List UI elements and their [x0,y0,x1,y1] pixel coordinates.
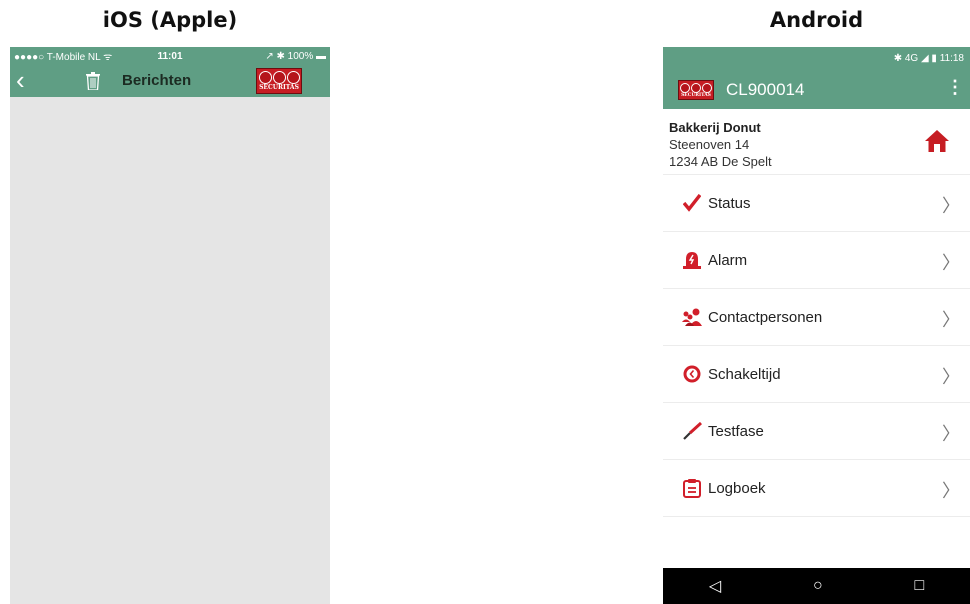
alarm-icon [682,250,702,270]
securitas-logo: SECURITAS [256,68,302,94]
menu-item-alarm[interactable]: Alarm 〉 [663,232,970,289]
logo-text: SECURITAS [259,84,299,91]
trash-icon[interactable] [86,72,100,95]
logo-dot [691,83,701,93]
ios-status-bar: ●●●●○ T-Mobile NL ᯤ 11:01 ↗ ✱ 100% ▬ [10,47,330,65]
menu-item-label: Contactpersonen [708,308,823,326]
logo-dot [286,71,300,84]
test-icon [682,421,702,441]
chevron-right-icon: 〉 [942,310,960,330]
logo-dot [680,83,690,93]
address-block: Bakkerij Donut Steenoven 14 1234 AB De S… [663,109,970,174]
back-button[interactable]: ‹ [16,66,25,94]
ios-screen: ●●●●○ T-Mobile NL ᯤ 11:01 ↗ ✱ 100% ▬ ‹ B… [10,47,330,604]
overflow-menu-icon[interactable]: ⋮ [946,77,964,98]
menu-item-testfase[interactable]: Testfase 〉 [663,403,970,460]
menu-item-label: Schakeltijd [708,365,781,383]
home-icon[interactable] [924,129,950,157]
ios-nav-bar: ‹ Berichten SECURITAS [10,65,330,97]
logo-dot [272,71,286,84]
nav-recents-button[interactable]: □ [914,577,924,595]
check-icon [682,193,702,213]
android-toolbar: SECURITAS CL900014 ⋮ [663,71,970,109]
menu-item-label: Testfase [708,422,764,440]
android-nav-bar: ◁ ○ □ [663,568,970,604]
ios-heading: iOS (Apple) [102,8,238,32]
chevron-right-icon: 〉 [942,367,960,387]
carrier-text: ●●●●○ T-Mobile NL ᯤ [14,52,113,63]
menu-item-schakeltijd[interactable]: Schakeltijd 〉 [663,346,970,403]
menu-item-contactpersonen[interactable]: Contactpersonen 〉 [663,289,970,346]
chevron-right-icon: 〉 [942,196,960,216]
menu-item-label: Logboek [708,479,766,497]
chevron-right-icon: 〉 [942,481,960,501]
menu-item-label: Alarm [708,251,748,269]
menu-item-label: Status [708,194,751,212]
clock-icon [682,364,702,384]
android-status-bar: ✱ 4G ◢ ▮ 11:18 [663,47,970,71]
logo-dot [258,71,272,84]
android-heading: Android [769,8,864,32]
menu-item-logboek[interactable]: Logboek 〉 [663,460,970,517]
logo-text: SECURITAS [681,93,711,98]
nav-home-button[interactable]: ○ [813,577,823,595]
chevron-right-icon: 〉 [942,253,960,273]
logo-dot [702,83,712,93]
nav-back-button[interactable]: ◁ [709,576,721,596]
page-title: Berichten [122,72,192,89]
menu-list: Status 〉 Alarm 〉 Contactpersonen 〉 Schak… [663,174,970,517]
chevron-right-icon: 〉 [942,424,960,444]
securitas-logo: SECURITAS [678,80,714,100]
logbook-icon [682,478,702,498]
battery-text: ↗ ✱ 100% ▬ [265,50,326,62]
menu-item-status[interactable]: Status 〉 [663,175,970,232]
status-time: 11:01 [157,50,183,62]
android-screen: ✱ 4G ◢ ▮ 11:18 SECURITAS CL900014 ⋮ Bakk… [663,47,970,604]
toolbar-title: CL900014 [726,80,805,99]
contacts-icon [682,307,702,327]
